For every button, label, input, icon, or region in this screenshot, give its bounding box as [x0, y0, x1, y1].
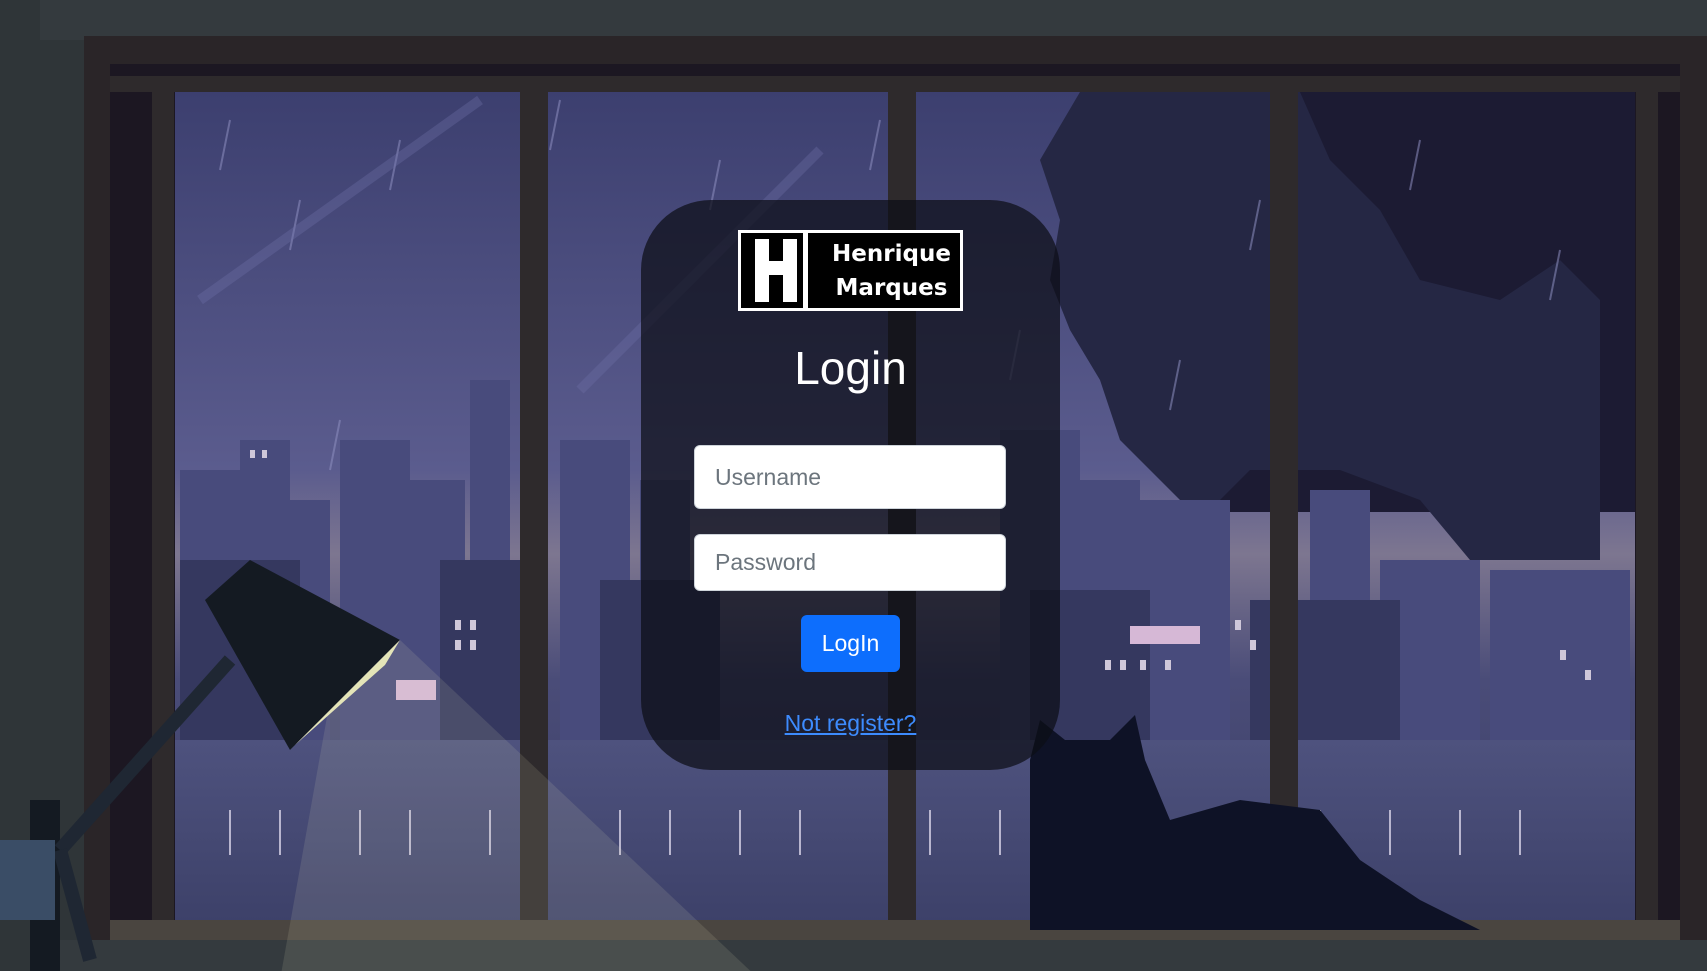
brand-line1: Henrique — [832, 240, 951, 267]
password-input[interactable] — [694, 534, 1006, 591]
brand-logo: Henrique Marques — [738, 230, 963, 311]
brand-line2: Marques — [835, 274, 948, 301]
logo-mark-icon — [741, 233, 823, 308]
register-link[interactable]: Not register? — [641, 710, 1060, 737]
brand-name: Henrique Marques — [823, 237, 960, 305]
login-button[interactable]: LogIn — [801, 615, 900, 672]
username-input[interactable] — [694, 445, 1006, 509]
page-title: Login — [794, 342, 907, 394]
